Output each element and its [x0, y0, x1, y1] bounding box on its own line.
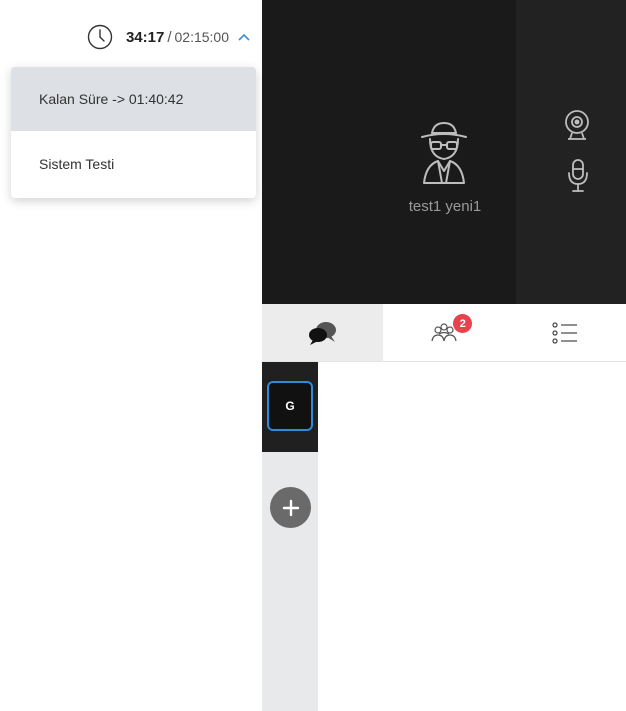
- menu-item-label: Sistem Testi: [39, 155, 115, 172]
- chat-group-button[interactable]: G: [267, 381, 313, 431]
- list-icon: [552, 321, 578, 344]
- tab-participants[interactable]: 2: [383, 304, 504, 361]
- plus-icon: [282, 499, 299, 516]
- timer-dropdown-menu: Kalan Süre -> 01:40:42 Sistem Testi: [11, 67, 256, 198]
- menu-item-remaining-time[interactable]: Kalan Süre -> 01:40:42: [11, 67, 256, 131]
- microphone-icon[interactable]: [567, 158, 589, 194]
- add-group-button[interactable]: [270, 487, 311, 528]
- menu-item-system-test[interactable]: Sistem Testi: [11, 131, 256, 196]
- side-panel-tabs: 2: [262, 304, 626, 362]
- webcam-icon[interactable]: [562, 109, 592, 141]
- chevron-up-icon[interactable]: [238, 33, 250, 41]
- chat-messages-pane: [318, 362, 626, 711]
- anonymous-user-avatar-icon: [421, 122, 467, 184]
- participants-count-badge: 2: [453, 314, 473, 333]
- menu-item-label: Kalan Süre -> 01:40:42: [39, 91, 184, 107]
- elapsed-time: 34:17: [125, 28, 165, 46]
- timer-toggle[interactable]: 34:17 / 02:15:00: [87, 24, 250, 50]
- tab-chat[interactable]: [262, 304, 384, 361]
- chat-bubbles-icon: [308, 321, 336, 345]
- tab-list[interactable]: [505, 304, 626, 361]
- video-controls-panel: [516, 0, 626, 304]
- clock-icon: [87, 24, 113, 50]
- total-time: 02:15:00: [174, 29, 230, 45]
- timer-separator: /: [167, 28, 172, 46]
- timer-bar[interactable]: 34:17 / 02:15:00: [0, 0, 262, 70]
- participant-name: test1 yeni1: [408, 198, 482, 215]
